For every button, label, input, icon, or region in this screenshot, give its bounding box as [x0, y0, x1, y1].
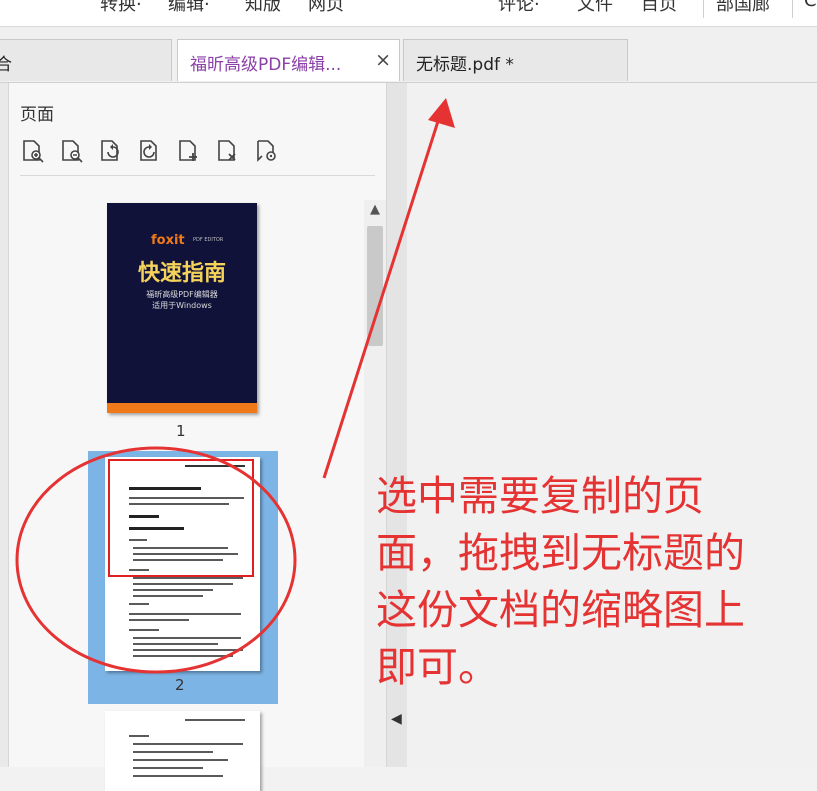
annotation-line-1: 选中需要复制的页 [376, 472, 704, 520]
red-ellipse [15, 446, 297, 674]
red-arrow-line [322, 114, 442, 479]
annotation-line-3: 这份文档的缩略图上 [376, 586, 745, 634]
instruction-annotation: 选中需要复制的页 面，拖拽到无标题的 这份文档的缩略图上 即可。 [376, 468, 816, 696]
annotation-line-4: 即可。 [376, 643, 499, 691]
annotation-line-2: 面，拖拽到无标题的 [376, 529, 745, 577]
text-line [133, 775, 223, 777]
text-line [133, 767, 203, 769]
red-arrow-head [428, 98, 455, 128]
